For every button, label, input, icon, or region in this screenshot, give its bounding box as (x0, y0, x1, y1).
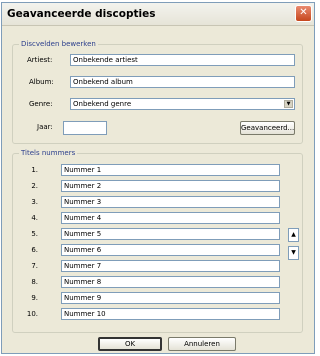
album-field[interactable]: Onbekend album (70, 76, 295, 88)
track-title-field[interactable]: Nummer 1 (61, 164, 280, 176)
track-title-field[interactable]: Nummer 7 (61, 260, 280, 272)
track-number: 2. (31, 182, 38, 190)
year-field[interactable] (63, 121, 107, 135)
track-title-field[interactable]: Nummer 9 (61, 292, 280, 304)
genre-label: Genre: (29, 100, 53, 108)
album-label: Album: (29, 78, 54, 86)
track-title-field[interactable]: Nummer 4 (61, 212, 280, 224)
track-title-field[interactable]: Nummer 10 (61, 308, 280, 320)
track-title-field[interactable]: Nummer 8 (61, 276, 280, 288)
track-number: 3. (31, 198, 38, 206)
artist-label: Artiest: (27, 56, 53, 64)
close-button[interactable]: ✕ (295, 5, 312, 22)
dialog-title: Geavanceerde discopties (7, 8, 156, 20)
edit-disc-fields-group: Discvelden bewerken Artiest: Onbekende a… (12, 40, 303, 144)
tracks-group-legend: Titels nummers (19, 149, 78, 157)
advanced-disc-options-dialog: Geavanceerde discopties ✕ Discvelden bew… (1, 2, 315, 354)
track-number: 1. (31, 166, 38, 174)
artist-field[interactable]: Onbekende artiest (70, 54, 295, 66)
track-title-field[interactable]: Nummer 5 (61, 228, 280, 240)
ok-button[interactable]: OK (98, 337, 162, 351)
track-number: 7. (31, 262, 38, 270)
cancel-button[interactable]: Annuleren (168, 337, 236, 351)
genre-value: Onbekend genre (73, 100, 132, 108)
track-number: 8. (31, 278, 38, 286)
title-bar: Geavanceerde discopties ✕ (2, 3, 314, 26)
edit-group-legend: Discvelden bewerken (19, 40, 98, 48)
track-title-field[interactable]: Nummer 2 (61, 180, 280, 192)
track-number: 9. (31, 294, 38, 302)
arrow-down-icon: ▼ (291, 249, 296, 256)
track-number: 6. (31, 246, 38, 254)
track-number: 10. (26, 310, 38, 318)
close-icon: ✕ (299, 7, 308, 18)
genre-select[interactable]: Onbekend genre ▼ (70, 98, 295, 110)
track-number: 4. (31, 214, 38, 222)
track-title-field[interactable]: Nummer 6 (61, 244, 280, 256)
scroll-up-button[interactable]: ▲ (288, 228, 299, 242)
chevron-down-icon[interactable]: ▼ (284, 100, 293, 108)
arrow-up-icon: ▲ (291, 231, 296, 238)
advanced-button[interactable]: Geavanceerd... (240, 121, 295, 135)
year-label: Jaar: (37, 123, 53, 131)
track-title-field[interactable]: Nummer 3 (61, 196, 280, 208)
track-number: 5. (31, 230, 38, 238)
scroll-down-button[interactable]: ▼ (288, 246, 299, 260)
track-titles-group: Titels nummers 1. Nummer 1 2. Nummer 2 3… (12, 149, 303, 333)
